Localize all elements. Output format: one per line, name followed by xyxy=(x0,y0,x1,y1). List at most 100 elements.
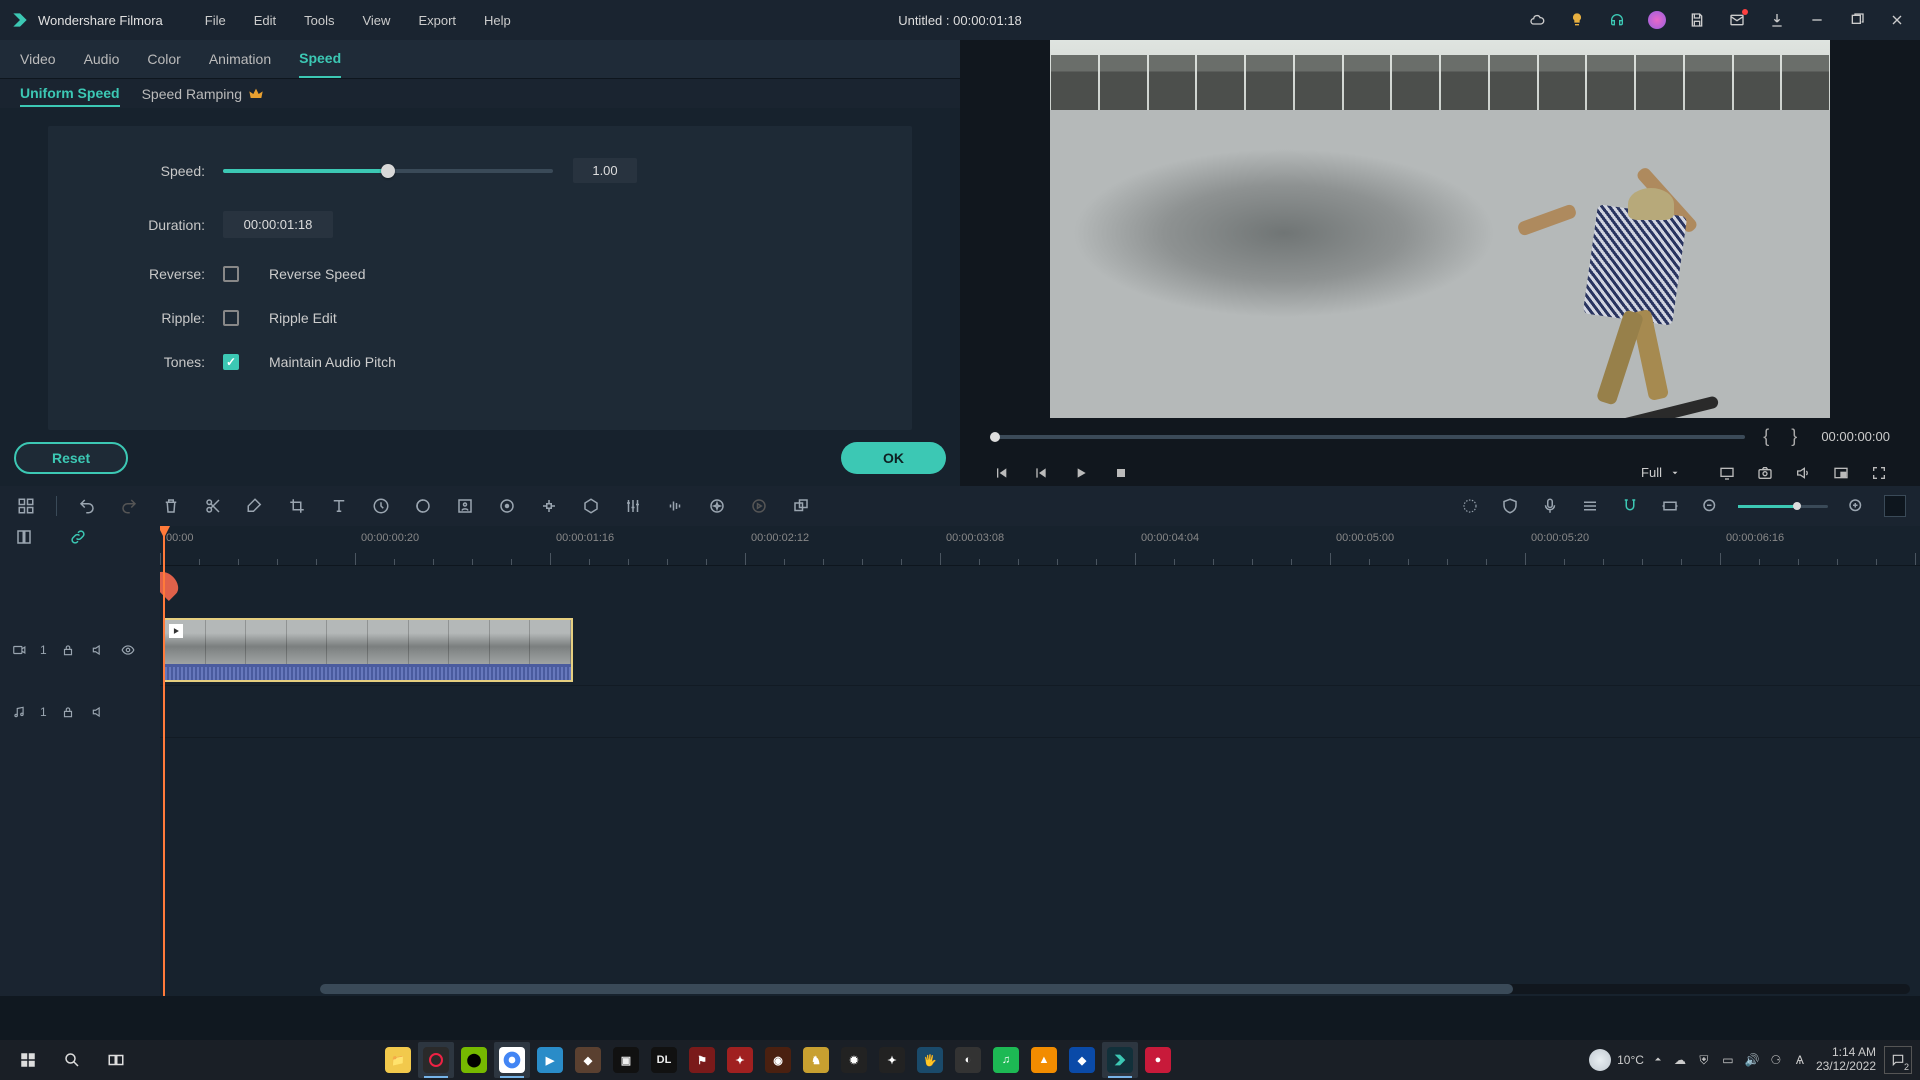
taskbar-app-5[interactable]: ⚑ xyxy=(684,1042,720,1078)
undo-icon[interactable] xyxy=(75,494,99,518)
taskbar-app-chrome[interactable] xyxy=(494,1042,530,1078)
group-icon[interactable] xyxy=(789,494,813,518)
taskbar-app-filmora[interactable] xyxy=(1102,1042,1138,1078)
video-track-visibility-icon[interactable] xyxy=(119,641,137,659)
support-icon[interactable] xyxy=(1604,7,1630,33)
fullscreen-icon[interactable] xyxy=(1868,462,1890,484)
tray-onedrive-icon[interactable]: ☁ xyxy=(1672,1052,1688,1068)
volume-icon[interactable] xyxy=(1792,462,1814,484)
tray-language-icon[interactable]: Ѧ xyxy=(1792,1052,1808,1068)
zoom-out-icon[interactable] xyxy=(1698,494,1722,518)
menu-edit[interactable]: Edit xyxy=(242,7,288,34)
scrub-thumb[interactable] xyxy=(990,432,1000,442)
taskbar-app-record[interactable] xyxy=(418,1042,454,1078)
ripple-checkbox[interactable] xyxy=(223,310,239,326)
play-backward-icon[interactable] xyxy=(1030,462,1052,484)
save-icon[interactable] xyxy=(1684,7,1710,33)
enhance-icon[interactable] xyxy=(705,494,729,518)
ok-button[interactable]: OK xyxy=(841,442,946,474)
tracking-icon[interactable] xyxy=(537,494,561,518)
zoom-slider-thumb[interactable] xyxy=(1793,502,1801,510)
taskbar-app-spotify[interactable]: ♫ xyxy=(988,1042,1024,1078)
taskbar-app-2[interactable]: ◆ xyxy=(570,1042,606,1078)
subtab-uniform-speed[interactable]: Uniform Speed xyxy=(20,81,120,107)
start-button[interactable] xyxy=(8,1041,48,1079)
taskbar-app-1[interactable]: ▶ xyxy=(532,1042,568,1078)
audio-track-mute-icon[interactable] xyxy=(89,703,107,721)
tab-color[interactable]: Color xyxy=(147,41,180,77)
taskbar-app-12[interactable]: ◐ xyxy=(950,1042,986,1078)
search-button[interactable] xyxy=(52,1041,92,1079)
snapshot-icon[interactable] xyxy=(1754,462,1776,484)
tray-battery-icon[interactable]: ▭ xyxy=(1720,1052,1736,1068)
zoom-in-icon[interactable] xyxy=(1844,494,1868,518)
redo-icon[interactable] xyxy=(117,494,141,518)
taskbar-app-7[interactable]: ◉ xyxy=(760,1042,796,1078)
reverse-checkbox[interactable] xyxy=(223,266,239,282)
menu-tools[interactable]: Tools xyxy=(292,7,346,34)
audio-track-row[interactable] xyxy=(160,686,1920,738)
zoom-slider[interactable] xyxy=(1738,505,1828,508)
stop-icon[interactable] xyxy=(1110,462,1132,484)
taskbar-app-9[interactable]: ✹ xyxy=(836,1042,872,1078)
tray-security-icon[interactable]: ⛨ xyxy=(1696,1052,1712,1068)
taskbar-app-nvidia[interactable]: ⬤ xyxy=(456,1042,492,1078)
delete-icon[interactable] xyxy=(159,494,183,518)
media-bin-icon[interactable] xyxy=(12,525,36,549)
taskbar-app-11[interactable]: 🖐 xyxy=(912,1042,948,1078)
video-clip[interactable] xyxy=(163,618,573,682)
track-display-toggle[interactable] xyxy=(1884,495,1906,517)
mark-in-icon[interactable]: { xyxy=(1759,426,1773,447)
taskbar-app-vlc[interactable]: ▲ xyxy=(1026,1042,1062,1078)
duration-value-input[interactable]: 00:00:01:18 xyxy=(223,211,333,238)
render-icon[interactable] xyxy=(747,494,771,518)
cloud-icon[interactable] xyxy=(1524,7,1550,33)
greenscreen-icon[interactable] xyxy=(453,494,477,518)
link-icon[interactable] xyxy=(66,525,90,549)
crop-icon[interactable] xyxy=(285,494,309,518)
mixer-icon[interactable] xyxy=(1578,494,1602,518)
magnetic-icon[interactable] xyxy=(1618,494,1642,518)
video-track-lock-icon[interactable] xyxy=(59,641,77,659)
speed-tool-icon[interactable] xyxy=(369,494,393,518)
task-view-button[interactable] xyxy=(96,1041,136,1079)
weather-icon[interactable]: 10°C xyxy=(1589,1049,1644,1071)
taskbar-app-6[interactable]: ✦ xyxy=(722,1042,758,1078)
subtab-speed-ramping[interactable]: Speed Ramping xyxy=(142,82,264,106)
marker-tool-icon[interactable] xyxy=(243,494,267,518)
maximize-icon[interactable] xyxy=(1844,7,1870,33)
speed-value-input[interactable]: 1.00 xyxy=(573,158,637,183)
color-tool-icon[interactable] xyxy=(411,494,435,518)
speed-slider[interactable] xyxy=(223,169,553,173)
close-icon[interactable] xyxy=(1884,7,1910,33)
taskbar-app-10[interactable]: ✦ xyxy=(874,1042,910,1078)
menu-help[interactable]: Help xyxy=(472,7,523,34)
menu-file[interactable]: File xyxy=(193,7,238,34)
tray-chevron-icon[interactable] xyxy=(1652,1053,1664,1068)
speed-slider-thumb[interactable] xyxy=(381,164,395,178)
profile-icon[interactable] xyxy=(1644,7,1670,33)
tab-audio[interactable]: Audio xyxy=(84,41,120,77)
idea-icon[interactable] xyxy=(1564,7,1590,33)
play-icon[interactable] xyxy=(1070,462,1092,484)
message-icon[interactable] xyxy=(1724,7,1750,33)
tab-video[interactable]: Video xyxy=(20,41,56,77)
split-icon[interactable] xyxy=(201,494,225,518)
tab-speed[interactable]: Speed xyxy=(299,40,341,78)
safety-icon[interactable] xyxy=(1498,494,1522,518)
mask-icon[interactable] xyxy=(579,494,603,518)
timeline-ruler[interactable]: 00:0000:00:00:2000:00:01:1600:00:02:1200… xyxy=(160,526,1920,566)
scrub-slider[interactable] xyxy=(990,435,1745,439)
taskbar-clock[interactable]: 1:14 AM 23/12/2022 xyxy=(1816,1046,1876,1074)
display-icon[interactable] xyxy=(1716,462,1738,484)
minimize-icon[interactable] xyxy=(1804,7,1830,33)
taskbar-app-13[interactable]: ◆ xyxy=(1064,1042,1100,1078)
prev-frame-icon[interactable] xyxy=(990,462,1012,484)
video-track-row[interactable] xyxy=(160,614,1920,686)
layout-icon[interactable] xyxy=(14,494,38,518)
video-track-mute-icon[interactable] xyxy=(89,641,107,659)
keyframe-tool-icon[interactable] xyxy=(495,494,519,518)
taskbar-app-4[interactable]: DL xyxy=(646,1042,682,1078)
text-icon[interactable] xyxy=(327,494,351,518)
menu-view[interactable]: View xyxy=(350,7,402,34)
